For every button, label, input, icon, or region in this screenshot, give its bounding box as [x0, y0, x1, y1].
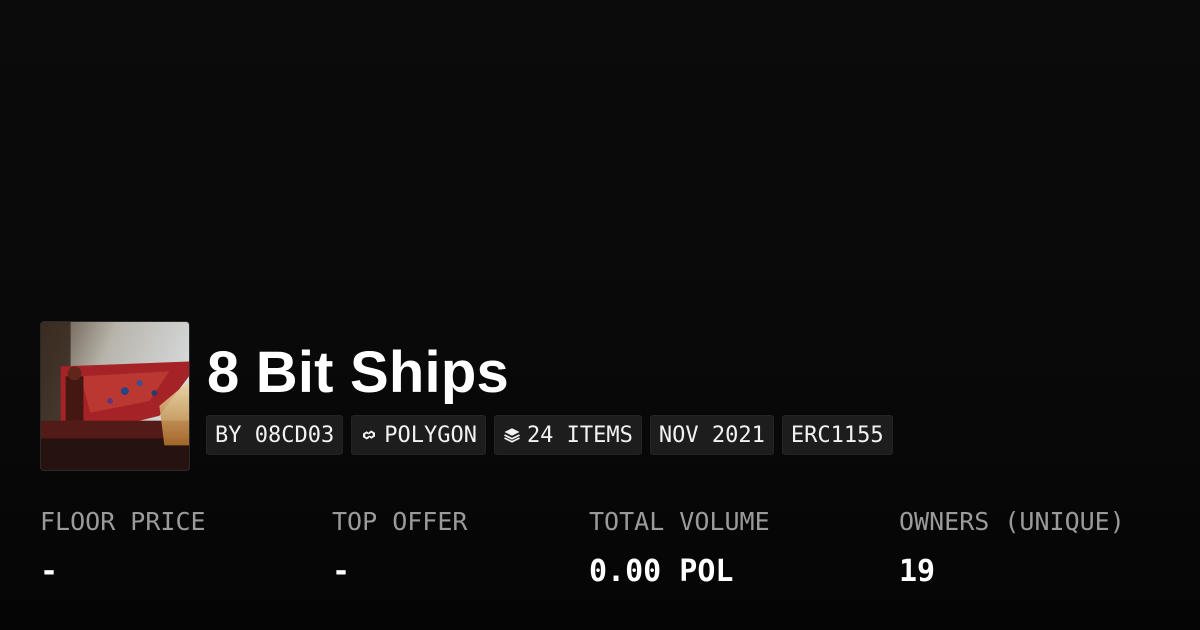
chain-badge[interactable]: POLYGON	[351, 415, 486, 455]
token-standard-badge: ERC1155	[781, 415, 893, 455]
polygon-chain-icon	[363, 430, 376, 440]
collection-title: 8 Bit Ships	[207, 340, 509, 405]
creator-badge[interactable]: BY 08CD03	[206, 415, 344, 455]
chain-label: POLYGON	[384, 422, 477, 448]
total-volume-stat: TOTAL VOLUME 0.00 POL	[589, 505, 770, 590]
creator-label: BY 08CD03	[215, 422, 335, 448]
collection-badges: BY 08CD03 POLYGON 24 ITEMS NOV 2021 ERC1…	[206, 415, 893, 455]
collection-thumbnail	[40, 321, 190, 471]
token-standard-label: ERC1155	[790, 422, 884, 448]
floor-price-label: FLOOR PRICE	[40, 507, 206, 536]
items-count-badge: 24 ITEMS	[493, 415, 642, 455]
items-count-label: 24 ITEMS	[526, 422, 633, 448]
top-offer-label: TOP OFFER	[332, 507, 468, 536]
total-volume-value: 0.00 POL	[589, 554, 734, 589]
created-date-badge: NOV 2021	[649, 415, 774, 455]
total-volume-label: TOTAL VOLUME	[589, 507, 770, 536]
owners-value: 19	[899, 554, 936, 589]
created-date-label: NOV 2021	[658, 422, 765, 448]
top-offer-stat: TOP OFFER -	[332, 505, 467, 590]
owners-label: OWNERS (UNIQUE)	[899, 507, 1125, 536]
owners-stat: OWNERS (UNIQUE) 19	[899, 505, 1125, 590]
top-offer-value: -	[332, 554, 351, 589]
layers-icon	[504, 428, 520, 443]
ship-artwork-thumbnail	[41, 322, 189, 470]
floor-price-stat: FLOOR PRICE -	[40, 505, 206, 590]
floor-price-value: -	[40, 554, 59, 589]
